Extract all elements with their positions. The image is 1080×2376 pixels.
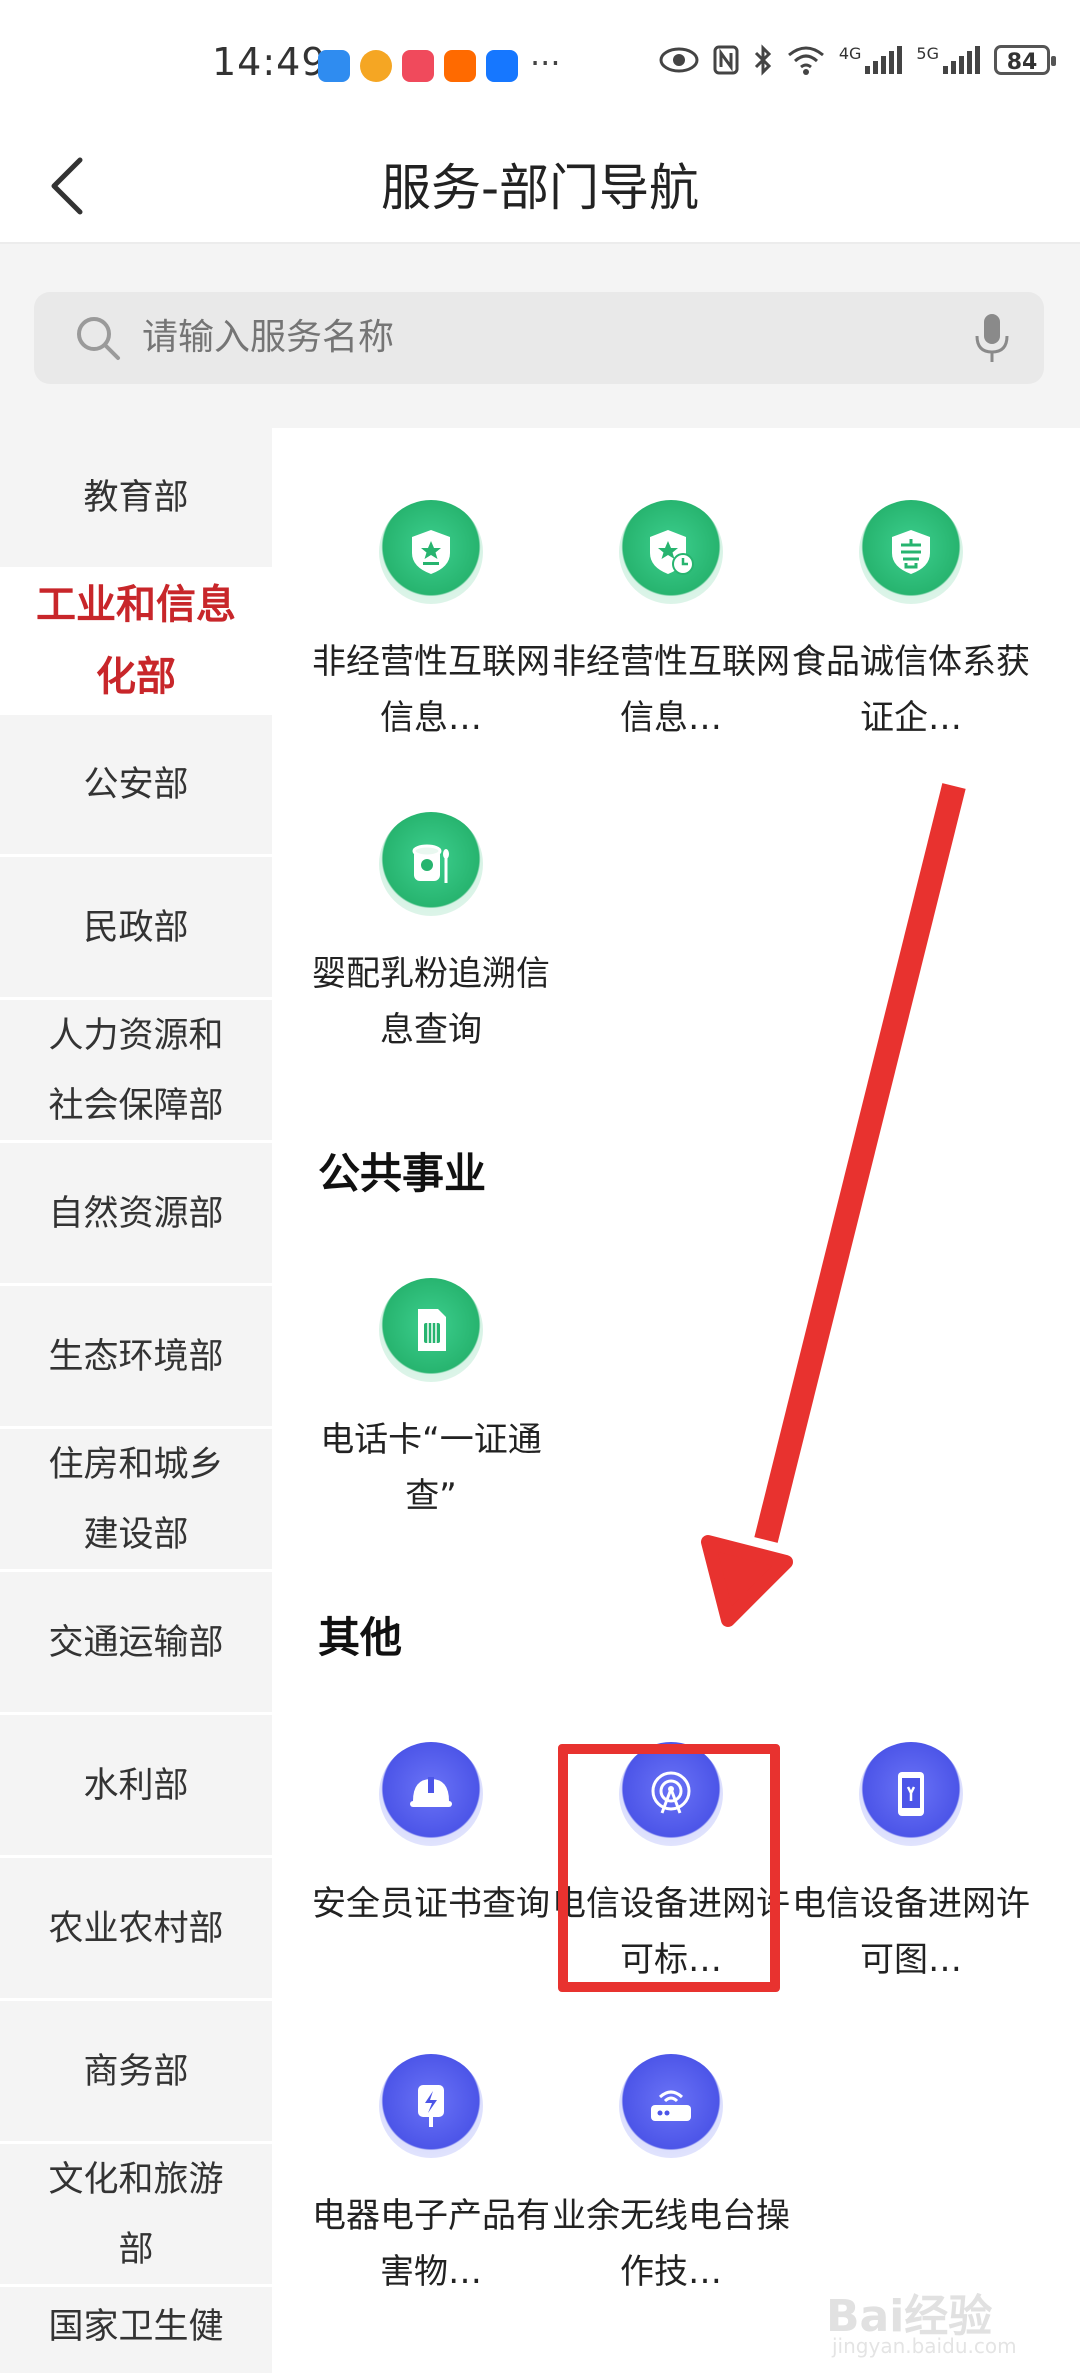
sidebar-item-label: 水利部: [83, 1765, 189, 1806]
sidebar-item-health[interactable]: 国家卫生健: [0, 2288, 272, 2376]
sidebar-item-label: 国家卫生健: [48, 2307, 224, 2347]
service-item[interactable]: 电信设备进网许可图…: [791, 1742, 1031, 1988]
sidebar-item-label: 公安部: [83, 764, 189, 805]
search-bar[interactable]: [34, 292, 1044, 384]
sidebar-item-label: 教育部: [83, 477, 189, 518]
sidebar-item-miit[interactable]: 工业和信息化部: [0, 570, 272, 715]
status-time: 14:49: [212, 40, 327, 84]
nfc-icon: [713, 45, 739, 75]
status-right-group: 4G 5G 84: [659, 43, 1056, 76]
title-bar: 服务-部门导航: [0, 130, 1080, 244]
sidebar-item-agriculture[interactable]: 农业农村部: [0, 1859, 272, 2001]
service-item[interactable]: 业余无线电台操作技…: [551, 2054, 791, 2300]
blue-app-icon: [486, 50, 518, 82]
milk-can-icon: [379, 812, 483, 916]
taobao-app-icon: [444, 50, 476, 82]
microphone-icon[interactable]: [972, 312, 1012, 364]
sidebar-item-label: 商务部: [83, 2051, 189, 2092]
sidebar-item-label: 生态环境部: [48, 1336, 224, 1377]
service-label: 安全员证书查询: [312, 1884, 550, 1924]
search-icon: [77, 317, 120, 360]
service-item[interactable]: 电话卡“一证通查”: [311, 1278, 551, 1524]
service-label: 非经营性互联网信息…: [552, 642, 790, 738]
section-title-public: 公共事业: [318, 1149, 487, 1198]
sidebar-item-public-security[interactable]: 公安部: [0, 715, 272, 857]
sidebar-item-label: 农业农村部: [48, 1908, 224, 1949]
service-label: 婴配乳粉追溯信息查询: [312, 954, 550, 1050]
service-item[interactable]: 非经营性互联网信息…: [311, 500, 551, 746]
sidebar-item-label: 工业和信息化部: [36, 582, 236, 700]
network-5g-label: 5G: [916, 43, 939, 63]
service-label: 业余无线电台操作技…: [552, 2196, 790, 2292]
router-icon: [619, 2054, 723, 2158]
search-area: [0, 244, 1080, 428]
baidu-jingyan-watermark: Bai经验 jingyan.baidu.com: [826, 2250, 1026, 2360]
sidebar-item-water[interactable]: 水利部: [0, 1716, 272, 1858]
service-item[interactable]: 电器电子产品有害物…: [311, 2054, 551, 2300]
plug-icon: [379, 2054, 483, 2158]
more-notifications-icon: ···: [530, 44, 561, 82]
department-sidebar: 教育部 工业和信息化部 公安部 民政部 人力资源和社会保障部 自然资源部 生态环…: [0, 428, 272, 2376]
sidebar-item-civil-affairs[interactable]: 民政部: [0, 858, 272, 1000]
service-label: 食品诚信体系获证企…: [792, 642, 1030, 738]
service-list: 非经营性互联网信息… 非经营性互联网信息… 食品诚信体系获证企… 婴配乳粉追溯信…: [272, 428, 1080, 2376]
watermark-url: jingyan.baidu.com: [832, 2334, 1017, 2358]
sidebar-item-education[interactable]: 教育部: [0, 428, 272, 570]
sidebar-item-label: 自然资源部: [48, 1193, 224, 1234]
signal-bars-icon: [865, 46, 903, 74]
service-label: 电器电子产品有害物…: [312, 2196, 550, 2292]
battery-icon: 84: [994, 45, 1056, 75]
sidebar-item-label: 民政部: [83, 907, 189, 948]
xin-badge-icon: [859, 500, 963, 604]
sidebar-item-culture-tourism[interactable]: 文化和旅游部: [0, 2145, 272, 2287]
weather-app-icon: [318, 50, 350, 82]
sidebar-item-natural-resources[interactable]: 自然资源部: [0, 1144, 272, 1286]
highlight-annotation-box: [558, 1744, 780, 1992]
shield-clock-icon: [619, 500, 723, 604]
signal-bars-icon-2: [943, 46, 980, 74]
shield-star-icon: [379, 500, 483, 604]
bluetooth-icon: [754, 44, 771, 76]
section-title-other: 其他: [318, 1613, 403, 1662]
network-4g-label: 4G: [838, 43, 862, 63]
orange-app-icon: [360, 50, 392, 82]
phone-icon: [859, 1742, 963, 1846]
helmet-icon: [379, 1742, 483, 1846]
search-input[interactable]: [142, 292, 942, 384]
page-title: 服务-部门导航: [380, 159, 700, 217]
service-item[interactable]: 安全员证书查询: [311, 1742, 551, 1932]
status-bar: 14:49 ··· 4G 5G 84: [0, 0, 1080, 130]
sidebar-item-commerce[interactable]: 商务部: [0, 2002, 272, 2144]
sidebar-item-housing[interactable]: 住房和城乡建设部: [0, 1430, 272, 1572]
wifi-icon: [787, 46, 824, 75]
service-label: 电信设备进网许可图…: [792, 1884, 1030, 1980]
sim-card-icon: [379, 1278, 483, 1382]
sidebar-item-label: 文化和旅游部: [48, 2159, 224, 2270]
sidebar-item-transport[interactable]: 交通运输部: [0, 1573, 272, 1715]
service-label: 非经营性互联网信息…: [312, 642, 550, 738]
sidebar-item-ecology[interactable]: 生态环境部: [0, 1287, 272, 1429]
sidebar-item-label: 人力资源和社会保障部: [48, 1015, 224, 1126]
service-item[interactable]: 食品诚信体系获证企…: [791, 500, 1031, 746]
service-label: 电话卡“一证通查”: [320, 1420, 542, 1516]
service-item[interactable]: 非经营性互联网信息…: [551, 500, 791, 746]
red-app-icon: [402, 50, 434, 82]
eye-icon: [659, 47, 699, 73]
sidebar-item-human-resources[interactable]: 人力资源和社会保障部: [0, 1001, 272, 1143]
service-item[interactable]: 婴配乳粉追溯信息查询: [311, 812, 551, 1058]
sidebar-item-label: 交通运输部: [48, 1622, 224, 1663]
sidebar-item-label: 住房和城乡建设部: [48, 1444, 224, 1555]
